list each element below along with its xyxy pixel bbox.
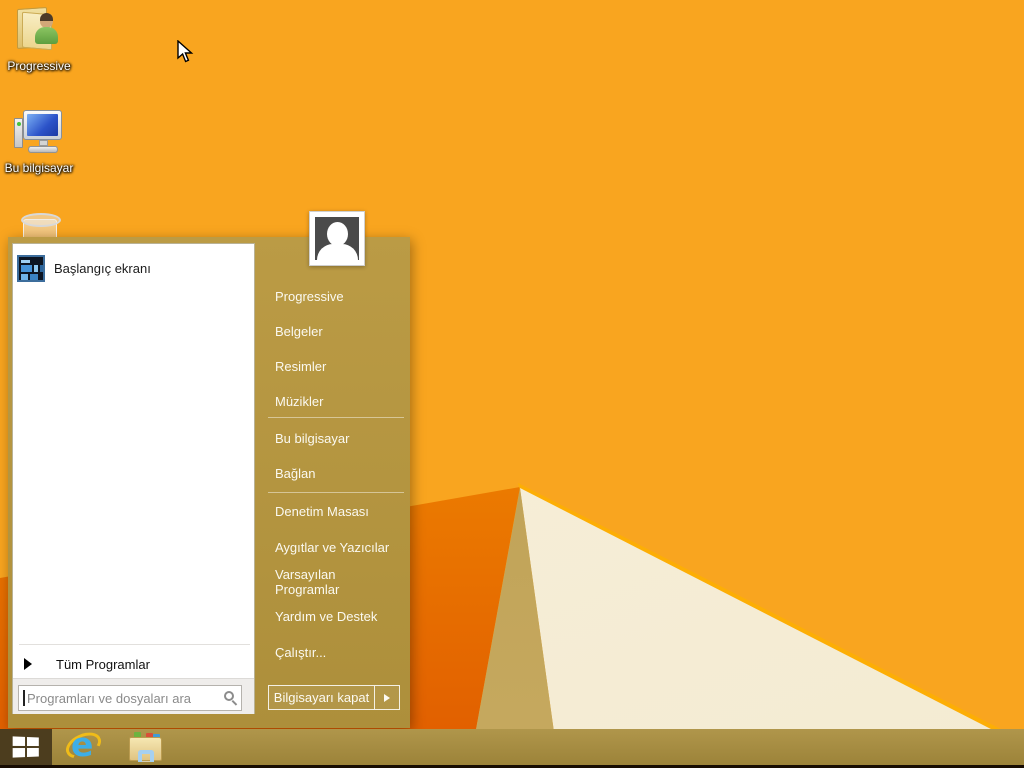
start-menu: Başlangıç ekranı Tüm Programlar Progress… [8, 211, 410, 728]
menu-separator [268, 492, 404, 493]
file-explorer-icon [129, 731, 163, 763]
shutdown-button[interactable]: Bilgisayarı kapat [268, 685, 400, 710]
user-folder-icon [13, 6, 65, 56]
menu-item-pictures[interactable]: Resimler [275, 359, 403, 374]
menu-item-control-panel[interactable]: Denetim Masası [275, 504, 403, 519]
desktop-icon-progressive[interactable]: Progressive [0, 6, 78, 73]
all-programs-button[interactable]: Tüm Programlar [19, 651, 250, 677]
menu-item-this-pc[interactable]: Bu bilgisayar [275, 431, 403, 446]
user-avatar[interactable] [309, 211, 365, 266]
shutdown-options-button[interactable] [375, 686, 399, 709]
taskbar-internet-explorer[interactable]: e [58, 725, 110, 765]
text-caret [23, 690, 25, 706]
search-strip [13, 678, 254, 714]
user-silhouette-icon [315, 217, 359, 260]
all-programs-label: Tüm Programlar [56, 656, 150, 672]
arrow-right-icon [24, 658, 32, 670]
desktop-icon-label: Bu bilgisayar [4, 161, 74, 175]
start-screen-icon [17, 254, 45, 282]
menu-separator [19, 644, 250, 645]
search-input[interactable] [18, 685, 242, 711]
menu-item-documents[interactable]: Belgeler [275, 324, 403, 339]
windows-logo-icon [12, 736, 39, 758]
desktop: Progressive Bu bilgisayar Başlangıç ekra… [0, 0, 1024, 768]
menu-item-help-support[interactable]: Yardım ve Destek [275, 609, 403, 624]
menu-item-user-folder[interactable]: Progressive [275, 289, 403, 304]
search-icon [224, 691, 234, 701]
menu-item-run[interactable]: Çalıştır... [275, 645, 403, 660]
shutdown-label: Bilgisayarı kapat [273, 690, 370, 705]
start-menu-left-panel: Başlangıç ekranı Tüm Programlar [12, 243, 255, 714]
mouse-cursor [177, 40, 194, 63]
taskbar: e 15:21 15.5.2014 [0, 725, 1024, 765]
desktop-icon-this-pc[interactable]: Bu bilgisayar [0, 110, 78, 175]
internet-explorer-icon: e [61, 725, 106, 764]
menu-item-start-screen[interactable]: Başlangıç ekranı [17, 252, 249, 284]
desktop-icon-label: Progressive [7, 59, 71, 73]
menu-item-devices-printers[interactable]: Aygıtlar ve Yazıcılar [275, 540, 403, 555]
menu-item-label: Başlangıç ekranı [54, 260, 151, 276]
start-button[interactable] [0, 729, 52, 765]
menu-item-connect[interactable]: Bağlan [275, 466, 403, 481]
computer-icon [14, 110, 64, 158]
menu-separator [268, 417, 404, 418]
arrow-right-icon [384, 693, 390, 702]
menu-item-default-programs[interactable]: Varsayılan Programlar [275, 567, 387, 597]
taskbar-file-explorer[interactable] [120, 729, 172, 765]
menu-item-music[interactable]: Müzikler [275, 394, 403, 409]
